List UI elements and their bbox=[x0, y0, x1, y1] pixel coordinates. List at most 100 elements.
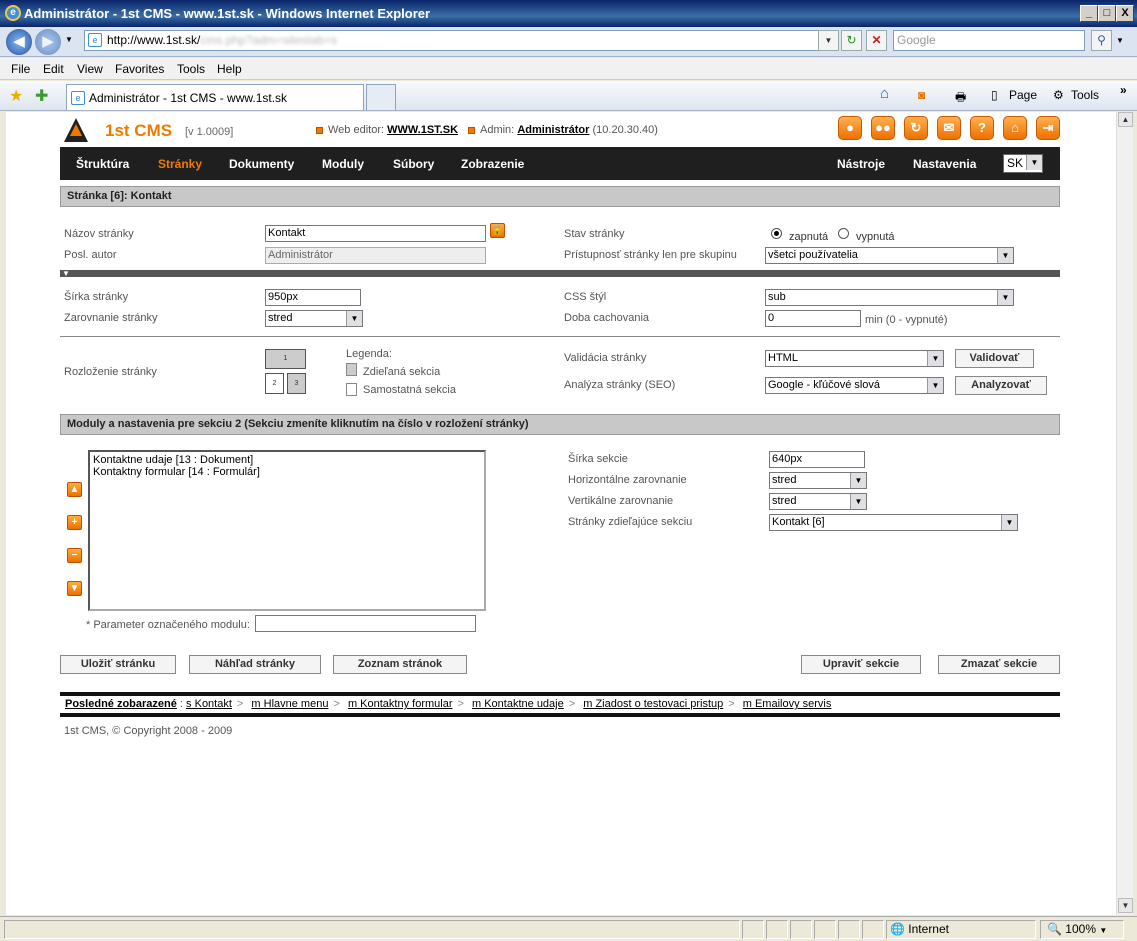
shared-pages-label: Stránky zdieľajúce sekciu bbox=[568, 516, 693, 528]
url-input[interactable]: e http://www.1st.sk/cms.php?adm=sitestab… bbox=[84, 30, 832, 51]
help-icon[interactable]: ? bbox=[970, 116, 994, 140]
collapse-bar[interactable] bbox=[60, 270, 1060, 277]
tools-gear-icon: ⚙ bbox=[1053, 88, 1064, 102]
analyze-button[interactable]: Analyzovať bbox=[955, 376, 1047, 395]
cache-input[interactable]: 0 bbox=[765, 310, 861, 327]
nav-dokumenty[interactable]: Dokumenty bbox=[229, 157, 294, 171]
module-list[interactable]: Kontaktne udaje [13 : Dokument] Kontaktn… bbox=[88, 450, 486, 611]
menu-edit[interactable]: Edit bbox=[43, 62, 64, 76]
v-align-select[interactable]: stred bbox=[769, 493, 867, 510]
seo-select[interactable]: Google - kľúčové slová bbox=[765, 377, 944, 394]
page-width-input[interactable]: 950px bbox=[265, 289, 361, 306]
h-align-select[interactable]: stred bbox=[769, 472, 867, 489]
zone-cell: 🌐 Internet bbox=[886, 920, 1036, 939]
page-align-select[interactable]: stred bbox=[265, 310, 363, 327]
feeds-icon[interactable]: ◙ bbox=[918, 88, 925, 102]
new-tab-button[interactable] bbox=[366, 84, 396, 110]
nav-struktura[interactable]: Štruktúra bbox=[76, 157, 129, 171]
recent-link[interactable]: m Kontaktny formular bbox=[348, 698, 453, 710]
section-width-label: Šírka sekcie bbox=[568, 453, 628, 465]
preview-page-button[interactable]: Náhľad stránky bbox=[189, 655, 321, 674]
page-list-button[interactable]: Zoznam stránok bbox=[333, 655, 467, 674]
home-icon[interactable]: ⌂ bbox=[880, 85, 889, 102]
web-editor-link[interactable]: WWW.1ST.SK bbox=[387, 124, 458, 136]
menu-help[interactable]: Help bbox=[217, 62, 242, 76]
home-icon[interactable]: ⌂ bbox=[1003, 116, 1027, 140]
param-input[interactable] bbox=[255, 615, 476, 632]
recent-link[interactable]: m Kontaktne udaje bbox=[472, 698, 564, 710]
close-button[interactable]: X bbox=[1116, 5, 1134, 22]
forward-button[interactable]: ▶ bbox=[35, 29, 61, 55]
section-width-input[interactable]: 640px bbox=[769, 451, 865, 468]
globe-icon: 🌐 bbox=[890, 922, 905, 936]
mail-icon[interactable]: ✉ bbox=[937, 116, 961, 140]
users-icon[interactable]: ●● bbox=[871, 116, 895, 140]
menu-tools[interactable]: Tools bbox=[177, 62, 205, 76]
shared-pages-select[interactable]: Kontakt [6] bbox=[769, 514, 1018, 531]
admin-link[interactable]: Administrátor bbox=[517, 124, 589, 136]
recent-link[interactable]: m Ziadost o testovaci pristup bbox=[583, 698, 723, 710]
maximize-button[interactable]: □ bbox=[1098, 5, 1116, 22]
save-page-button[interactable]: Uložiť stránku bbox=[60, 655, 176, 674]
list-item[interactable]: Kontaktne udaje [13 : Dokument] bbox=[93, 454, 481, 466]
divider bbox=[60, 336, 1060, 337]
nav-moduly[interactable]: Moduly bbox=[322, 157, 364, 171]
edit-sections-button[interactable]: Upraviť sekcie bbox=[801, 655, 921, 674]
url-dropdown-icon[interactable]: ▼ bbox=[818, 30, 839, 51]
language-select[interactable]: SK bbox=[1003, 154, 1043, 173]
print-icon[interactable]: 🖶 bbox=[955, 88, 966, 109]
page-name-input[interactable]: Kontakt bbox=[265, 225, 486, 242]
stop-icon[interactable]: ✕ bbox=[866, 30, 887, 51]
refresh-icon[interactable]: ↻ bbox=[841, 30, 862, 51]
remove-icon[interactable]: − bbox=[67, 548, 82, 563]
delete-sections-button[interactable]: Zmazať sekcie bbox=[938, 655, 1060, 674]
collapse-arrow-icon[interactable]: ▼ bbox=[62, 269, 70, 278]
page-menu[interactable]: Page bbox=[1009, 88, 1037, 102]
move-down-icon[interactable]: ▼ bbox=[67, 581, 82, 596]
validate-button[interactable]: Validovať bbox=[955, 349, 1034, 368]
state-on-radio[interactable] bbox=[771, 228, 782, 239]
state-off-radio[interactable] bbox=[838, 228, 849, 239]
validation-select[interactable]: HTML bbox=[765, 350, 944, 367]
vertical-scrollbar[interactable]: ▲ ▼ bbox=[1116, 112, 1133, 915]
search-input[interactable]: Google bbox=[893, 30, 1085, 51]
layout-cell-1[interactable]: 1 bbox=[265, 349, 306, 369]
menu-view[interactable]: View bbox=[77, 62, 103, 76]
access-select[interactable]: všetci používatelia bbox=[765, 247, 1014, 264]
recent-link[interactable]: m Hlavne menu bbox=[251, 698, 328, 710]
chevron-right-icon[interactable]: » bbox=[1120, 83, 1127, 97]
scroll-up-icon[interactable]: ▲ bbox=[1118, 112, 1133, 127]
history-dropdown-icon[interactable]: ▼ bbox=[65, 35, 73, 44]
refresh-icon[interactable]: ↻ bbox=[904, 116, 928, 140]
layout-cell-3[interactable]: 3 bbox=[287, 373, 306, 394]
minimize-button[interactable]: _ bbox=[1080, 5, 1098, 22]
nav-nastroje[interactable]: Nástroje bbox=[837, 157, 885, 171]
exit-icon[interactable]: ⇥ bbox=[1036, 116, 1060, 140]
menu-favorites[interactable]: Favorites bbox=[115, 62, 164, 76]
scroll-down-icon[interactable]: ▼ bbox=[1118, 898, 1133, 913]
zoom-dropdown-icon[interactable]: ▼ bbox=[1099, 926, 1107, 935]
css-select[interactable]: sub bbox=[765, 289, 1014, 306]
web-editor-info: Web editor: WWW.1ST.SK bbox=[316, 124, 458, 136]
favorites-star-icon[interactable]: ★ bbox=[9, 86, 23, 106]
move-up-icon[interactable]: ▲ bbox=[67, 482, 82, 497]
add-favorite-icon[interactable]: ✚ bbox=[35, 86, 48, 106]
list-item[interactable]: Kontaktny formular [14 : Formulár] bbox=[93, 466, 481, 478]
menu-file[interactable]: File bbox=[11, 62, 30, 76]
nav-zobrazenie[interactable]: Zobrazenie bbox=[461, 157, 524, 171]
browser-tab[interactable]: e Administrátor - 1st CMS - www.1st.sk bbox=[66, 84, 364, 110]
recent-link[interactable]: m Emailovy servis bbox=[743, 698, 832, 710]
nav-nastavenia[interactable]: Nastavenia bbox=[913, 157, 976, 171]
add-icon[interactable]: + bbox=[67, 515, 82, 530]
nav-subory[interactable]: Súbory bbox=[393, 157, 434, 171]
lock-icon[interactable]: 🔒 bbox=[490, 223, 505, 238]
layout-cell-2[interactable]: 2 bbox=[265, 373, 284, 394]
search-options-icon[interactable]: ▼ bbox=[1116, 36, 1124, 45]
back-button[interactable]: ◀ bbox=[6, 29, 32, 55]
tools-menu[interactable]: Tools bbox=[1071, 88, 1099, 102]
recent-link[interactable]: s Kontakt bbox=[186, 698, 232, 710]
search-icon[interactable]: ⚲ bbox=[1091, 30, 1112, 51]
nav-stranky[interactable]: Stránky bbox=[158, 157, 202, 171]
zoom-cell[interactable]: 🔍 100% ▼ bbox=[1040, 920, 1124, 939]
user-icon[interactable]: ● bbox=[838, 116, 862, 140]
